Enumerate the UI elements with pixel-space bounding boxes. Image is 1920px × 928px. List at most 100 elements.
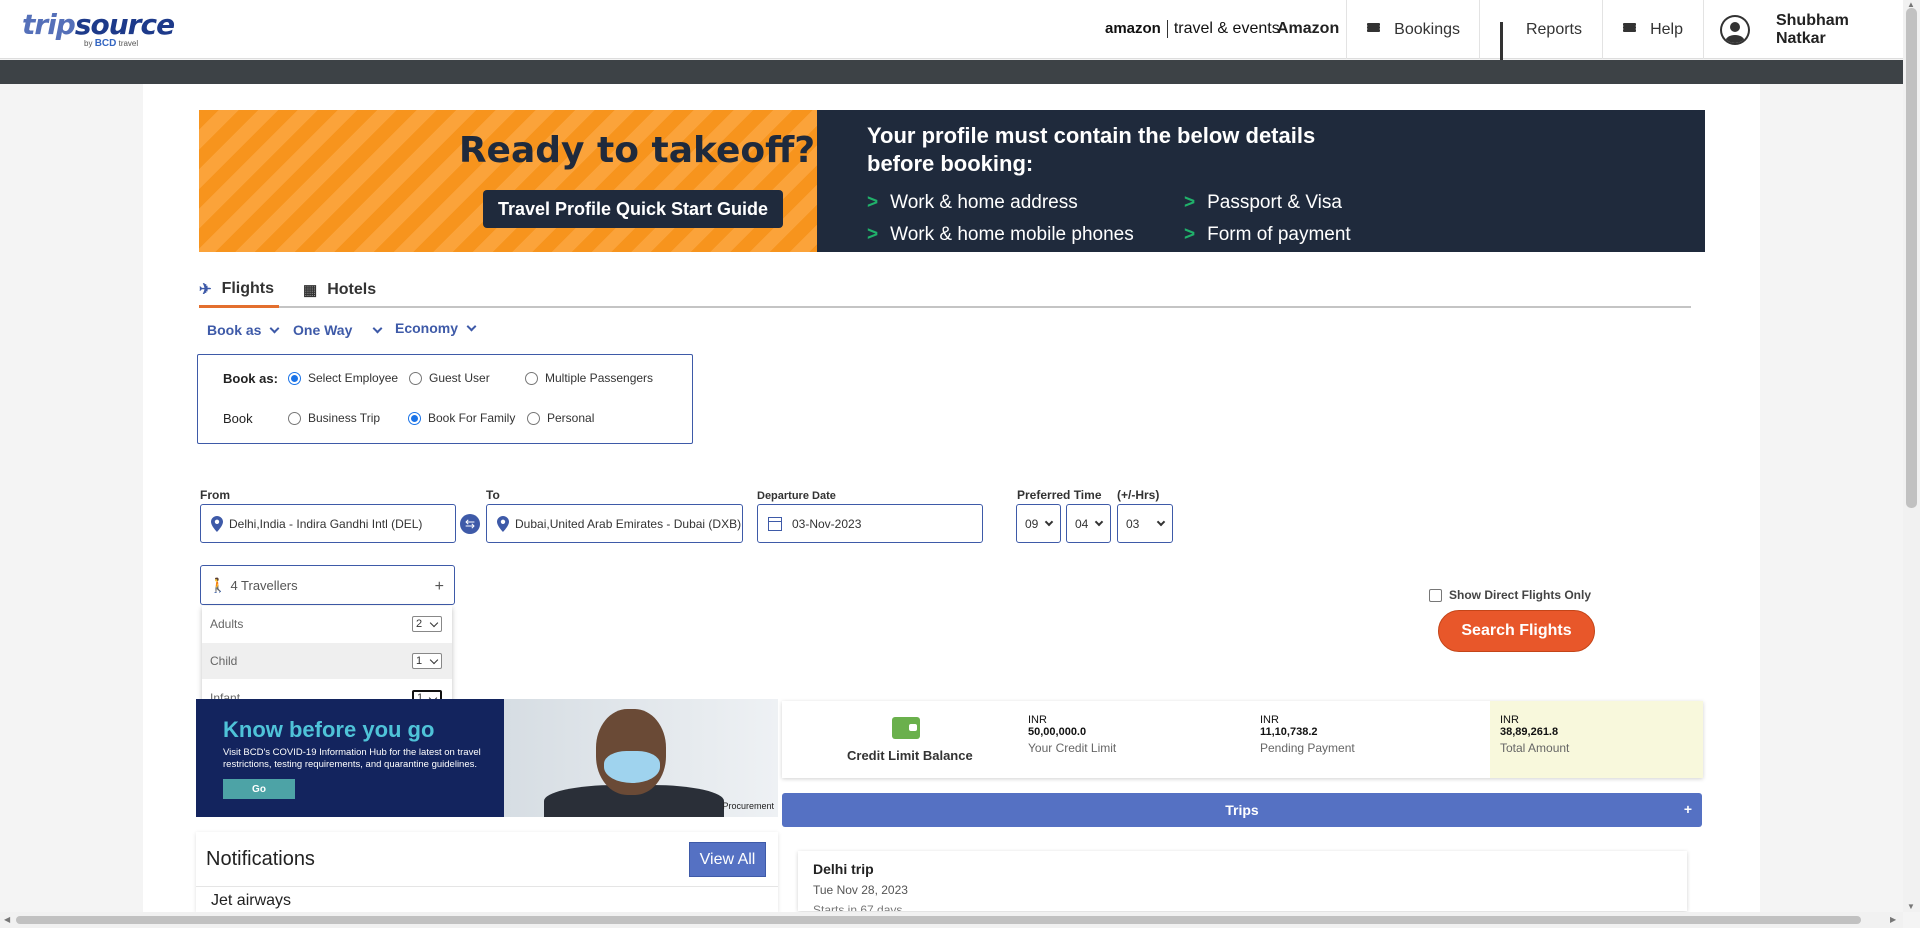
chevron-down-icon: [270, 323, 280, 334]
radio-guest-user[interactable]: Guest User: [409, 371, 490, 385]
radio-personal[interactable]: Personal: [527, 411, 594, 425]
from-label: From: [200, 488, 230, 502]
airplane-icon: ✈: [199, 280, 212, 298]
scroll-left-icon[interactable]: ◀: [4, 915, 10, 924]
total-amount-item: INR 38,89,261.8 Total Amount: [1500, 714, 1570, 755]
banner-title: Your profile must contain the below deta…: [867, 123, 1316, 176]
company-name: Amazon: [1277, 20, 1340, 37]
from-field[interactable]: Delhi,India - Indira Gandhi Intl (DEL): [200, 504, 456, 543]
nav-reports[interactable]: Reports: [1479, 0, 1602, 70]
vertical-scrollbar[interactable]: ▲ ▼: [1903, 0, 1920, 912]
hour-select[interactable]: 09: [1016, 504, 1061, 543]
travellers-field[interactable]: 🚶 4 Travellers +: [200, 565, 455, 605]
menu-icon: [1623, 22, 1637, 37]
chevron-down-icon: [372, 323, 383, 334]
pax-row-child: Child 1: [202, 643, 452, 679]
wallet-icon: [892, 717, 920, 739]
credit-limit-item: INR 50,00,000.0 Your Credit Limit: [1028, 714, 1117, 755]
nav-help-label: Help: [1650, 20, 1683, 38]
logo-travel-text: travel: [118, 39, 139, 48]
plus-icon[interactable]: +: [1684, 801, 1692, 817]
calendar-icon: [768, 516, 782, 531]
scroll-right-icon[interactable]: ▶: [1890, 915, 1896, 924]
logo-trip-text: trip: [22, 8, 76, 41]
nav-bookings-label: Bookings: [1394, 20, 1460, 38]
minute-select[interactable]: 04: [1066, 504, 1111, 543]
chevron-right-icon: >: [1184, 192, 1196, 213]
location-pin-icon: [497, 515, 509, 532]
book-as-dropdown[interactable]: Book as: [207, 322, 280, 338]
tripsource-logo[interactable]: tripsource by BCD travel: [22, 8, 175, 49]
pending-payment-item: INR 11,10,738.2 Pending Payment: [1260, 714, 1355, 755]
trips-header[interactable]: Trips +: [782, 793, 1702, 827]
procurement-tag: Procurement: [722, 801, 774, 811]
bar-chart-icon: [1500, 21, 1512, 70]
tab-flights-label: Flights: [221, 279, 275, 297]
notifications-panel: Notifications View All Jet airways: [196, 832, 778, 912]
banner-headline: Ready to takeoff?: [458, 130, 816, 171]
to-value: Dubai,United Arab Emirates - Dubai (DXB): [515, 516, 742, 531]
trip-type-dropdown[interactable]: One Way: [293, 322, 383, 338]
departure-date-value: 03-Nov-2023: [792, 516, 862, 531]
user-menu[interactable]: Shubham Natkar: [1703, 0, 1903, 59]
top-navbar: tripsource by BCD travel amazon travel & …: [0, 0, 1903, 70]
tab-hotels[interactable]: ▦ Hotels: [303, 272, 376, 308]
search-flights-button[interactable]: Search Flights: [1438, 610, 1595, 652]
nav-help[interactable]: Help: [1602, 0, 1703, 59]
covid-go-button[interactable]: Go: [223, 779, 295, 799]
chevron-down-icon: [1156, 517, 1166, 527]
to-field[interactable]: Dubai,United Arab Emirates - Dubai (DXB): [486, 504, 743, 543]
trip-card[interactable]: Delhi trip Tue Nov 28, 2023 Starts in 67…: [798, 851, 1687, 911]
covid-text: Visit BCD's COVID-19 Information Hub for…: [223, 747, 481, 770]
booking-tabs: ✈ Flights ▦ Hotels: [199, 268, 1691, 308]
chevron-right-icon: >: [867, 224, 879, 245]
covid-info-banner[interactable]: Know before you go Visit BCD's COVID-19 …: [196, 699, 778, 817]
location-pin-icon: [211, 515, 223, 532]
amazon-travel-events-logo: amazon travel & events: [1105, 20, 1280, 38]
departure-date-label: Departure Date: [757, 490, 836, 502]
scroll-down-icon[interactable]: ▼: [1907, 902, 1915, 911]
preferred-time-label: Preferred Time: [1017, 488, 1102, 502]
adults-select[interactable]: 2: [412, 616, 442, 632]
book-label: Book: [223, 411, 253, 426]
quick-start-guide-button[interactable]: Travel Profile Quick Start Guide: [483, 190, 783, 228]
from-value: Delhi,India - Indira Gandhi Intl (DEL): [229, 516, 423, 531]
trips-title: Trips: [1225, 802, 1259, 818]
view-all-button[interactable]: View All: [689, 842, 766, 877]
trip-title: Delhi trip: [813, 861, 874, 877]
tab-flights[interactable]: ✈ Flights: [199, 272, 279, 308]
trip-date: Tue Nov 28, 2023: [813, 883, 908, 897]
departure-date-field[interactable]: 03-Nov-2023: [757, 504, 983, 543]
banner-point: > Form of payment: [1184, 224, 1351, 245]
child-select[interactable]: 1: [412, 653, 442, 669]
radio-book-for-family[interactable]: Book For Family: [408, 411, 515, 425]
user-name: Shubham Natkar: [1775, 11, 1849, 47]
travellers-value: 4 Travellers: [230, 577, 298, 593]
nav-bookings[interactable]: Bookings: [1346, 0, 1480, 59]
masked-man-image: Procurement: [504, 699, 778, 817]
tab-hotels-label: Hotels: [327, 281, 377, 298]
direct-flights-checkbox[interactable]: Show Direct Flights Only: [1429, 588, 1591, 602]
credit-limit-label: Credit Limit Balance: [847, 748, 973, 763]
notification-item[interactable]: Jet airways: [211, 892, 291, 910]
menu-icon: [1367, 22, 1381, 37]
hours-range-select[interactable]: 03: [1117, 504, 1173, 543]
plus-icon[interactable]: +: [435, 578, 444, 596]
trip-status: Starts in 67 days: [813, 903, 903, 911]
radio-multiple-passengers[interactable]: Multiple Passengers: [525, 371, 653, 385]
amazon-logo-text: amazon: [1105, 20, 1161, 38]
horizontal-scrollbar[interactable]: ◀ ▶: [0, 912, 1903, 928]
swap-icon[interactable]: ⇆: [460, 514, 480, 534]
logo-by-text: by: [84, 39, 93, 48]
radio-business-trip[interactable]: Business Trip: [288, 411, 380, 425]
chevron-down-icon: [1044, 517, 1054, 527]
banner-point: > Work & home address: [867, 192, 1078, 213]
credit-limit-panel: Credit Limit Balance INR 50,00,000.0 Your …: [782, 701, 1703, 778]
chevron-right-icon: >: [1184, 224, 1196, 245]
radio-select-employee[interactable]: Select Employee: [288, 371, 398, 385]
avatar-icon: [1720, 14, 1750, 45]
profile-banner[interactable]: Ready to takeoff? Travel Profile Quick S…: [199, 110, 1705, 252]
logo-bcd-text: BCD: [94, 38, 117, 49]
book-as-label: Book as:: [223, 371, 278, 386]
cabin-class-dropdown[interactable]: Economy: [395, 320, 477, 336]
